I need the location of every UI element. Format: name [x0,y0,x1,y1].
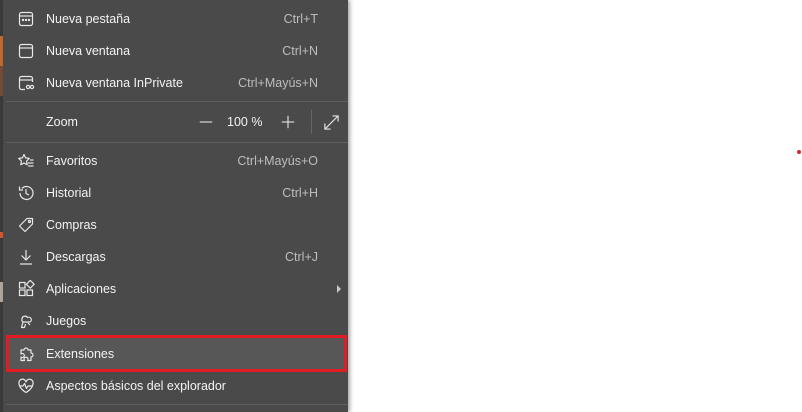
menu-item-shortcut: Ctrl+Mayús+N [238,76,318,90]
menu-divider [6,142,348,143]
games-icon [17,312,35,330]
menu-item-apps[interactable]: Aplicaciones [3,273,348,305]
history-icon [17,184,35,202]
menu-item-shortcut: Ctrl+Mayús+O [237,154,318,168]
menu-item-shortcut: Ctrl+J [285,250,318,264]
puzzle-icon [17,345,35,363]
screenshot-page: Nueva pestaña Ctrl+T Nueva ventana Ctrl+… [0,0,802,412]
heart-pulse-icon [17,377,35,395]
fullscreen-icon [323,114,339,130]
menu-item-label: Aspectos básicos del explorador [46,379,226,393]
star-list-icon [17,152,35,170]
zoom-out-button[interactable] [195,111,217,133]
zoom-row: Zoom 100 % [3,106,348,138]
menu-item-games[interactable]: Juegos [3,305,348,337]
menu-divider [6,101,348,102]
tag-icon [17,216,35,234]
menu-item-label: Favoritos [46,154,98,168]
menu-item-browser-essentials[interactable]: Aspectos básicos del explorador [3,370,348,402]
menu-item-label: Descargas [46,250,106,264]
menu-item-shortcut: Ctrl+H [282,186,318,200]
menu-item-label: Nueva ventana [46,44,131,58]
menu-item-downloads[interactable]: Descargas Ctrl+J [3,241,348,273]
zoom-in-button[interactable] [277,111,299,133]
fullscreen-button[interactable] [320,111,342,133]
menu-item-new-window[interactable]: Nueva ventana Ctrl+N [3,35,348,67]
menu-divider [6,404,348,405]
menu-item-shortcut: Ctrl+N [282,44,318,58]
download-icon [17,248,35,266]
apps-icon [17,280,35,298]
menu-item-label: Nueva ventana InPrivate [46,76,183,90]
zoom-label: Zoom [46,115,78,129]
minus-icon [199,121,213,123]
menu-item-extensions[interactable]: Extensiones [3,338,348,370]
menu-item-new-tab[interactable]: Nueva pestaña Ctrl+T [3,3,348,35]
menu-item-label: Compras [46,218,97,232]
inprivate-icon [17,74,35,92]
menu-item-label: Historial [46,186,92,200]
menu-item-favorites[interactable]: Favoritos Ctrl+Mayús+O [3,145,348,177]
menu-item-label: Aplicaciones [46,282,117,296]
menu-item-shortcut: Ctrl+T [283,12,318,26]
red-dot-marker [797,150,801,154]
menu-item-history[interactable]: Historial Ctrl+H [3,177,348,209]
menu-item-label: Juegos [46,314,87,328]
plus-icon [281,115,295,129]
menu-item-label: Extensiones [46,347,115,361]
menu-item-label: Nueva pestaña [46,12,131,26]
zoom-separator [311,110,312,134]
menu-item-inprivate[interactable]: Nueva ventana InPrivate Ctrl+Mayús+N [3,67,348,99]
new-tab-icon [17,10,35,28]
window-icon [17,42,35,60]
menu-item-shopping[interactable]: Compras [3,209,348,241]
chevron-right-icon [337,285,341,293]
zoom-value: 100 % [227,115,263,129]
browser-settings-menu: Nueva pestaña Ctrl+T Nueva ventana Ctrl+… [3,0,348,412]
